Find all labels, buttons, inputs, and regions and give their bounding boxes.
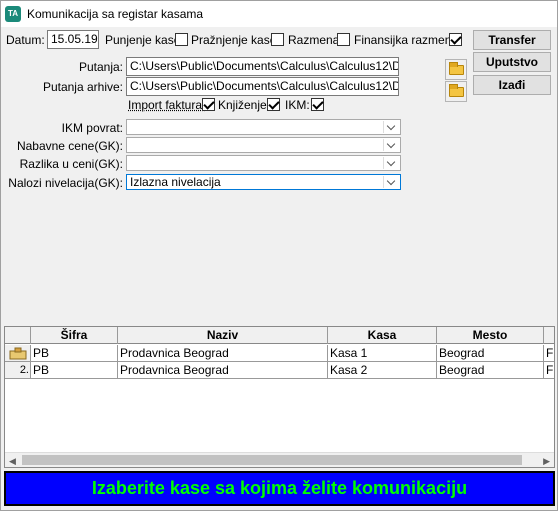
- razlika-select[interactable]: [126, 155, 401, 171]
- header-sifra[interactable]: Šifra: [31, 327, 118, 344]
- knjizenje-label: Knjiženje:: [218, 98, 271, 112]
- table-row[interactable]: PB Prodavnica Beograd Kasa 1 Beograd F: [5, 345, 554, 362]
- cell-extra[interactable]: F: [544, 362, 554, 379]
- main-window: TA Komunikacija sa registar kasama Datum…: [0, 0, 558, 511]
- cell-extra[interactable]: F: [544, 345, 554, 362]
- scrollbar-thumb[interactable]: [22, 455, 522, 465]
- registers-grid[interactable]: Šifra Naziv Kasa Mesto PB Prodavnica Beo…: [4, 326, 555, 468]
- nabavne-select[interactable]: [126, 137, 401, 153]
- date-field[interactable]: 15.05.19: [47, 30, 99, 49]
- izadji-button[interactable]: Izađi: [473, 75, 551, 95]
- cell-sifra[interactable]: PB: [31, 345, 118, 362]
- header-naziv[interactable]: Naziv: [118, 327, 328, 344]
- cell-sifra[interactable]: PB: [31, 362, 118, 379]
- cell-naziv[interactable]: Prodavnica Beograd: [118, 345, 328, 362]
- putanja-field[interactable]: C:\Users\Public\Documents\Calculus\Calcu…: [126, 57, 399, 76]
- row-indicator[interactable]: [5, 345, 31, 362]
- nabavne-label: Nabavne cene(GK):: [16, 139, 123, 153]
- cell-mesto[interactable]: Beograd: [437, 345, 544, 362]
- putanja-browse-button[interactable]: [445, 59, 467, 80]
- horizontal-scrollbar[interactable]: ◀ ▶: [5, 452, 554, 467]
- punjenje-label: Punjenje kase:: [105, 33, 184, 47]
- header-kasa[interactable]: Kasa: [328, 327, 437, 344]
- ikm-label: IKM:: [285, 98, 310, 112]
- grid-header: Šifra Naziv Kasa Mesto: [5, 327, 554, 344]
- status-banner: Izaberite kase sa kojima želite komunika…: [4, 471, 555, 506]
- window-title: Komunikacija sa registar kasama: [27, 7, 204, 21]
- razlika-label: Razlika u ceni(GK):: [19, 157, 123, 171]
- ikm-povrat-label: IKM povrat:: [61, 121, 123, 135]
- punjenje-checkbox[interactable]: [175, 33, 188, 46]
- title-bar: TA Komunikacija sa registar kasama: [1, 1, 557, 27]
- scroll-right-icon[interactable]: ▶: [543, 456, 550, 467]
- folder-icon: [449, 84, 464, 97]
- chevron-down-icon: [383, 157, 399, 169]
- cell-kasa[interactable]: Kasa 1: [328, 345, 437, 362]
- arhiva-label: Putanja arhive:: [42, 80, 123, 94]
- arhiva-field[interactable]: C:\Users\Public\Documents\Calculus\Calcu…: [126, 77, 399, 96]
- nalozi-value: Izlazna nivelacija: [130, 175, 221, 189]
- arhiva-browse-button[interactable]: [445, 81, 467, 102]
- cell-naziv[interactable]: Prodavnica Beograd: [118, 362, 328, 379]
- nalozi-select[interactable]: Izlazna nivelacija: [126, 174, 401, 190]
- app-logo-icon: TA: [5, 6, 21, 22]
- row-indicator[interactable]: 2.: [5, 362, 31, 379]
- nalozi-label: Nalozi nivelacija(GK):: [8, 176, 123, 190]
- ikm-checkbox[interactable]: [311, 98, 324, 111]
- razmena-label: Razmena:: [288, 33, 343, 47]
- chevron-down-icon: [383, 176, 399, 188]
- header-mesto[interactable]: Mesto: [437, 327, 544, 344]
- date-label: Datum:: [6, 33, 45, 47]
- uputstvo-button[interactable]: Uputstvo: [473, 52, 551, 72]
- praznjenje-checkbox[interactable]: [271, 33, 284, 46]
- transfer-button[interactable]: Transfer: [473, 30, 551, 50]
- import-label: Import faktura:: [128, 98, 206, 112]
- folder-icon: [449, 62, 464, 75]
- chevron-down-icon: [383, 121, 399, 133]
- putanja-label: Putanja:: [78, 60, 123, 74]
- table-row[interactable]: 2. PB Prodavnica Beograd Kasa 2 Beograd …: [5, 362, 554, 379]
- finansijska-label: Finansijka razmena:: [354, 33, 462, 47]
- ikm-povrat-select[interactable]: [126, 119, 401, 135]
- chevron-down-icon: [383, 139, 399, 151]
- scroll-left-icon[interactable]: ◀: [9, 456, 16, 467]
- knjizenje-checkbox[interactable]: [267, 98, 280, 111]
- header-extra[interactable]: [544, 327, 554, 344]
- cell-kasa[interactable]: Kasa 2: [328, 362, 437, 379]
- finansijska-checkbox[interactable]: [449, 33, 462, 46]
- praznjenje-label: Pražnjenje kase:: [191, 33, 280, 47]
- import-checkbox[interactable]: [202, 98, 215, 111]
- current-row-pointer-icon: [9, 347, 27, 360]
- cell-mesto[interactable]: Beograd: [437, 362, 544, 379]
- header-corner: [5, 327, 31, 344]
- razmena-checkbox[interactable]: [337, 33, 350, 46]
